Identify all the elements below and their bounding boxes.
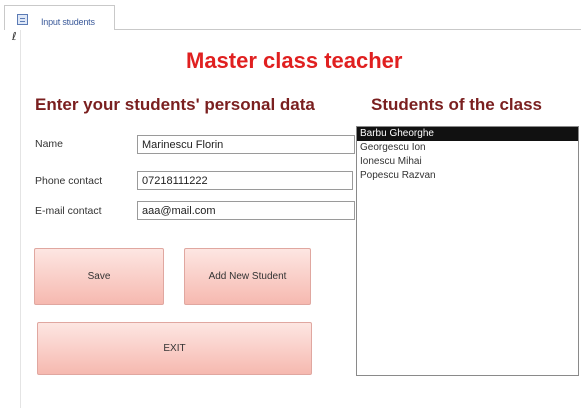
record-selector-bar: [20, 30, 21, 408]
record-selector-icon: ℓ: [12, 30, 17, 43]
student-list-item[interactable]: Barbu Gheorghe: [357, 127, 578, 141]
students-list-heading: Students of the class: [371, 95, 542, 114]
exit-button[interactable]: EXIT: [37, 322, 312, 375]
email-label: E-mail contact: [35, 205, 102, 217]
form-icon: [17, 14, 28, 25]
students-listbox[interactable]: Barbu Gheorghe Georgescu Ion Ionescu Mihai…: [356, 126, 579, 376]
tab-divider: [115, 29, 581, 30]
phone-label: Phone contact: [35, 175, 103, 187]
name-label: Name: [35, 138, 64, 150]
personal-data-heading: Enter your students' personal data: [35, 95, 315, 114]
phone-field[interactable]: [137, 171, 353, 190]
email-field[interactable]: [137, 201, 355, 220]
tab-strip: Input students: [0, 0, 581, 30]
save-button[interactable]: Save: [34, 248, 164, 305]
tab-input-students[interactable]: Input students: [4, 5, 115, 30]
student-list-item[interactable]: Popescu Razvan: [357, 169, 578, 183]
add-new-student-button[interactable]: Add New Student: [184, 248, 311, 305]
tab-label: Input students: [41, 17, 95, 27]
student-list-item[interactable]: Georgescu Ion: [357, 141, 578, 155]
student-list-item[interactable]: Ionescu Mihai: [357, 155, 578, 169]
name-field[interactable]: [137, 135, 355, 154]
form-title: Master class teacher: [186, 48, 403, 73]
